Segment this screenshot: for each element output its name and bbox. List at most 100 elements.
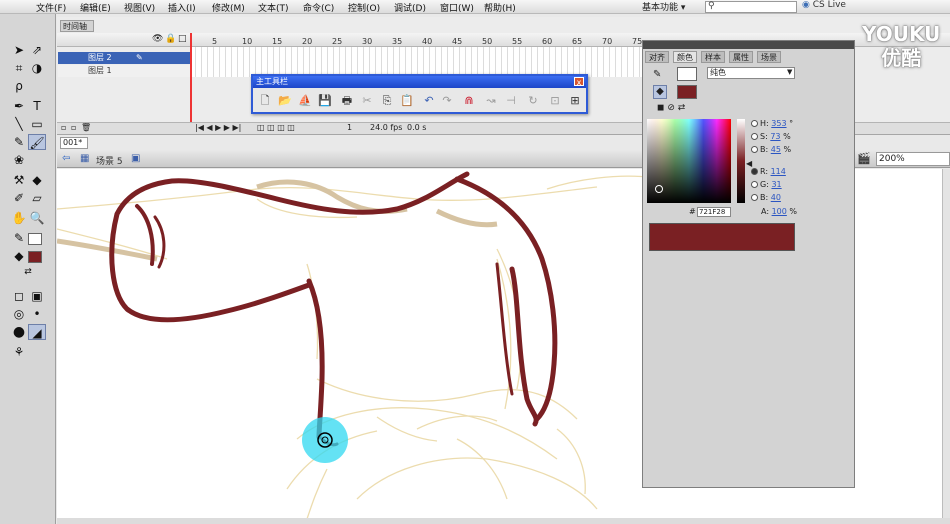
back-arrow-icon[interactable]: ⇦ xyxy=(62,153,70,164)
zoom-tool-icon[interactable]: 🔍 xyxy=(28,210,46,226)
document-tab[interactable]: 001* xyxy=(60,137,88,149)
layer-row[interactable]: 图层 2 ✎ xyxy=(58,52,190,64)
copy-icon[interactable]: ⎘ xyxy=(379,93,395,109)
tab-align[interactable]: 对齐 xyxy=(645,51,669,63)
menu-file[interactable]: 文件(F) xyxy=(36,1,66,14)
3d-rotation-tool-icon[interactable]: ◑ xyxy=(28,60,46,76)
pencil-tool-icon[interactable]: ✎ xyxy=(10,134,28,150)
menu-insert[interactable]: 插入(I) xyxy=(168,1,196,14)
stroke-color-swatch[interactable] xyxy=(28,233,42,245)
menu-debug[interactable]: 调试(D) xyxy=(394,1,426,14)
playback-controls-icon[interactable]: |◀ ◀ ▶ ▶ ▶| xyxy=(195,123,241,132)
paste-icon[interactable]: 📋 xyxy=(399,93,415,109)
eyedropper-tool-icon[interactable]: ✐ xyxy=(10,190,28,206)
menu-view[interactable]: 视图(V) xyxy=(124,1,155,14)
paint-bucket-tool-icon[interactable]: ◆ xyxy=(28,172,46,188)
blue-value[interactable]: 40 xyxy=(771,193,781,202)
stroke-icon[interactable]: ✎ xyxy=(653,69,661,80)
menu-edit[interactable]: 编辑(E) xyxy=(80,1,111,14)
save-icon[interactable]: 💾 xyxy=(317,93,333,109)
eye-icon[interactable]: 👁 xyxy=(152,34,163,44)
main-toolbar-title[interactable]: 主工具栏 xyxy=(253,76,586,88)
new-icon[interactable]: 🗋 xyxy=(257,93,273,109)
search-input[interactable]: ⚲ xyxy=(705,1,797,13)
tab-color[interactable]: 颜色 xyxy=(673,51,697,63)
menu-control[interactable]: 控制(O) xyxy=(348,1,380,14)
object-drawing-icon[interactable]: ◻ xyxy=(10,288,28,304)
text-tool-icon[interactable]: T xyxy=(28,98,46,114)
menu-text[interactable]: 文本(T) xyxy=(258,1,289,14)
undo-icon[interactable]: ↶ xyxy=(421,93,437,109)
symbol-icon[interactable]: ▣ xyxy=(131,153,140,164)
cut-icon[interactable]: ✂ xyxy=(359,93,375,109)
main-toolbar-window[interactable]: 主工具栏 x 🗋 📂 ⛵ 💾 🖶 ✂ ⎘ 📋 ↶ ↷ ⋒ ↝ ⊣ ↻ ⊡ ⊞ xyxy=(251,74,588,114)
outline-icon[interactable]: □ xyxy=(178,34,187,44)
subselection-tool-icon[interactable]: ⇗ xyxy=(28,42,46,58)
hand-tool-icon[interactable]: ✋ xyxy=(10,210,28,226)
eraser-tool-icon[interactable]: ▱ xyxy=(28,190,46,206)
lock-icon[interactable]: 🔒 xyxy=(165,34,176,44)
fill-icon[interactable]: ◆ xyxy=(653,85,667,99)
swap-colors-icon[interactable]: ⇄ xyxy=(19,264,37,280)
print-icon[interactable]: 🖶 xyxy=(339,93,355,109)
playhead[interactable] xyxy=(190,33,192,128)
hue-value[interactable]: 353 xyxy=(771,119,786,128)
selection-tool-icon[interactable]: ➤ xyxy=(10,42,28,58)
brush-tool-icon[interactable]: 🖌 xyxy=(28,134,46,150)
bridge-icon[interactable]: ⛵ xyxy=(297,93,313,109)
onion-skin-icon[interactable]: ◫ ◫ ◫ ◫ xyxy=(257,123,295,132)
tab-swatches[interactable]: 样本 xyxy=(701,51,725,63)
bone-tool-icon[interactable]: ⚒ xyxy=(10,172,28,188)
snap-icon[interactable]: ▣ xyxy=(28,288,46,304)
cs-live-button[interactable]: ◉ CS Live xyxy=(802,0,852,13)
delete-layer-icon[interactable]: 🗑 xyxy=(81,123,91,132)
hex-input[interactable]: 721F28 xyxy=(697,207,731,217)
new-layer-icon[interactable]: ▫ xyxy=(61,123,66,132)
deco-tool-icon[interactable]: ❀ xyxy=(10,152,28,168)
free-transform-tool-icon[interactable]: ⌗ xyxy=(10,60,28,76)
radio-icon[interactable] xyxy=(751,181,758,188)
edit-scene-icon[interactable]: 🎬 xyxy=(857,152,871,165)
pressure-icon[interactable]: ◢ xyxy=(28,324,46,340)
radio-icon[interactable] xyxy=(751,194,758,201)
workspace-switcher[interactable]: 基本功能 ▾ xyxy=(640,0,702,13)
layer-row[interactable]: 图层 1 xyxy=(58,65,190,77)
redo-icon[interactable]: ↷ xyxy=(439,93,455,109)
pen-tool-icon[interactable]: ✒ xyxy=(10,98,28,114)
brightness-slider[interactable] xyxy=(737,119,745,203)
horizontal-scrollbar[interactable] xyxy=(57,518,950,524)
tilt-icon[interactable]: ⚘ xyxy=(10,344,28,360)
fill-swatch[interactable] xyxy=(677,85,697,99)
menu-modify[interactable]: 修改(M) xyxy=(212,1,245,14)
rotate-icon[interactable]: ↻ xyxy=(525,93,541,109)
radio-selected-icon[interactable] xyxy=(751,168,758,175)
radio-icon[interactable] xyxy=(751,120,758,127)
snap-magnet-icon[interactable]: ⋒ xyxy=(461,93,477,109)
zoom-select[interactable]: 200% xyxy=(876,152,950,166)
red-value[interactable]: 114 xyxy=(771,167,786,176)
brightness-value[interactable]: 45 xyxy=(771,145,781,154)
green-value[interactable]: 31 xyxy=(771,180,781,189)
brush-shape-icon[interactable]: ● xyxy=(10,324,28,340)
menu-help[interactable]: 帮助(H) xyxy=(484,1,516,14)
lasso-tool-icon[interactable]: ρ xyxy=(10,78,28,94)
new-folder-icon[interactable]: ▫ xyxy=(71,123,76,132)
tab-scene[interactable]: 场景 xyxy=(757,51,781,63)
align-icon[interactable]: ⊞ xyxy=(567,93,583,109)
tab-properties[interactable]: 属性 xyxy=(729,51,753,63)
timeline-tab[interactable]: 时间轴 xyxy=(60,20,94,32)
stroke-swatch[interactable] xyxy=(677,67,697,81)
radio-icon[interactable] xyxy=(751,133,758,140)
menu-commands[interactable]: 命令(C) xyxy=(303,1,334,14)
alpha-value[interactable]: 100 xyxy=(772,207,787,216)
color-picker-field[interactable] xyxy=(647,119,731,203)
panel-titlebar[interactable] xyxy=(643,41,854,49)
close-icon[interactable]: x xyxy=(574,77,584,87)
scale-icon[interactable]: ⊡ xyxy=(547,93,563,109)
brush-mode-icon[interactable]: ◎ xyxy=(10,306,28,322)
frame-grid[interactable] xyxy=(190,47,642,77)
default-colors-icon[interactable]: ◼ ⊘ ⇄ xyxy=(657,103,685,113)
brush-size-icon[interactable]: • xyxy=(28,306,46,322)
radio-icon[interactable] xyxy=(751,146,758,153)
color-type-select[interactable]: 纯色 xyxy=(707,67,795,79)
